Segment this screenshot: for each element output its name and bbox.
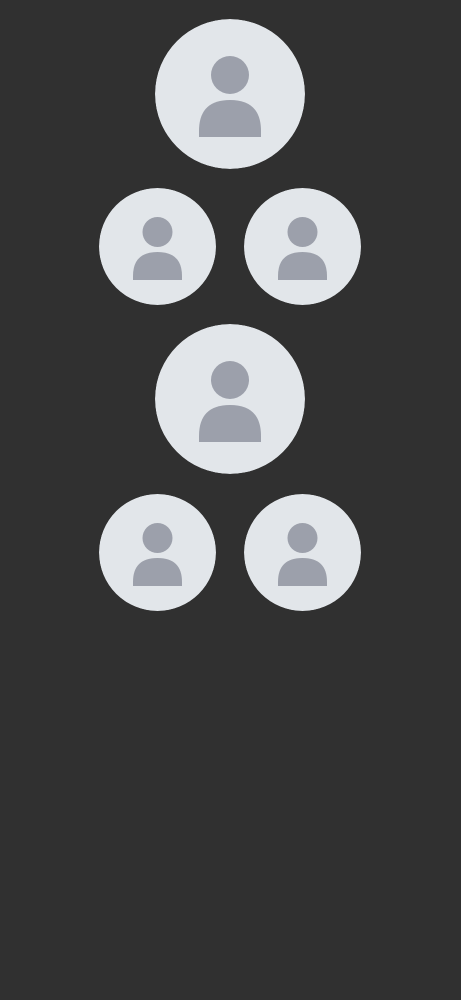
user-icon [155,324,305,474]
avatar[interactable] [155,324,305,474]
avatar[interactable] [155,19,305,169]
avatar[interactable] [99,494,216,611]
user-icon [244,494,361,611]
avatar[interactable] [244,188,361,305]
user-icon [155,19,305,169]
user-icon [99,188,216,305]
avatar[interactable] [244,494,361,611]
user-icon [99,494,216,611]
avatar-grid [0,0,461,1000]
avatar[interactable] [99,188,216,305]
user-icon [244,188,361,305]
